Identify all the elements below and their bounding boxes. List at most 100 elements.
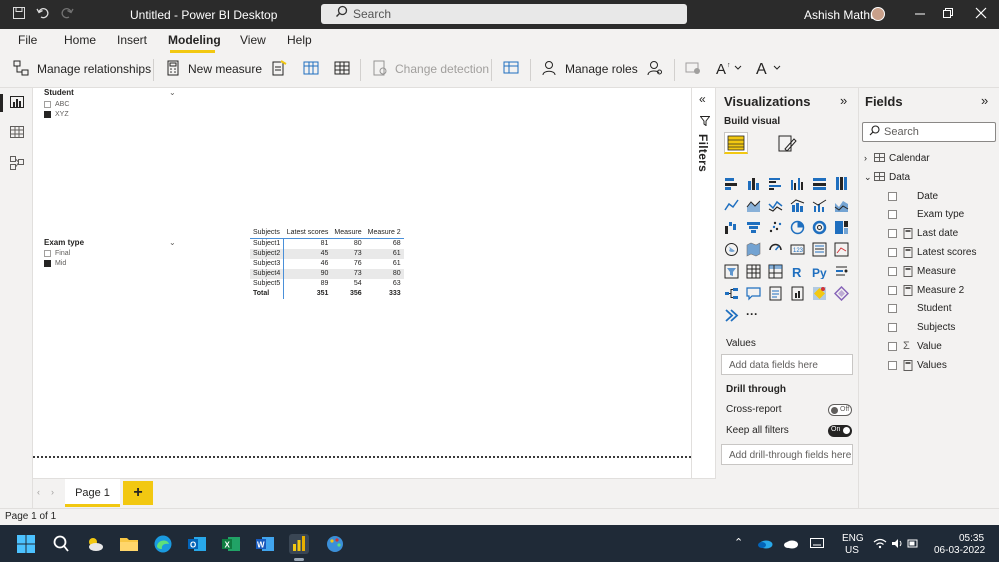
save-icon[interactable] bbox=[12, 6, 26, 23]
keep-all-filters-toggle[interactable]: On bbox=[828, 425, 852, 437]
menu-modeling[interactable]: Modeling bbox=[168, 33, 221, 47]
close-icon[interactable] bbox=[975, 6, 987, 23]
paint-icon[interactable] bbox=[325, 534, 345, 554]
card-icon[interactable]: 123 bbox=[790, 242, 805, 257]
chevron-down-icon[interactable]: ⌄ bbox=[864, 172, 874, 183]
manage-roles-icon[interactable] bbox=[542, 60, 558, 76]
filled-map-icon[interactable] bbox=[746, 242, 761, 257]
manage-relationships-icon[interactable] bbox=[13, 60, 29, 76]
column-header[interactable]: Subjects bbox=[250, 228, 284, 239]
stacked-column-chart-icon[interactable] bbox=[746, 176, 761, 191]
volume-icon[interactable] bbox=[891, 538, 904, 549]
more-visuals-icon[interactable]: ··· bbox=[746, 308, 761, 323]
manage-relationships-button[interactable]: Manage relationships bbox=[37, 62, 151, 76]
slicer-option-abc[interactable]: ABC bbox=[44, 100, 189, 110]
language-indicator[interactable]: ENG bbox=[842, 533, 864, 544]
values-drop-zone[interactable]: Add data fields here bbox=[721, 354, 853, 375]
battery-icon[interactable] bbox=[907, 538, 919, 549]
stacked-area-chart-icon[interactable] bbox=[768, 198, 783, 213]
chevrons-right-icon[interactable]: » bbox=[840, 93, 847, 108]
quick-measure-icon[interactable] bbox=[271, 60, 287, 76]
checkbox[interactable] bbox=[888, 323, 897, 332]
clock-time[interactable]: 05:35 bbox=[959, 533, 984, 544]
user-name[interactable]: Ashish Mathur bbox=[804, 8, 881, 22]
table-row[interactable]: Subject5 89 54 63 bbox=[250, 278, 404, 289]
chevrons-right-icon[interactable]: » bbox=[981, 93, 988, 108]
data-view-icon[interactable] bbox=[10, 126, 24, 138]
q-and-a-icon[interactable] bbox=[746, 286, 761, 301]
onedrive-icon[interactable] bbox=[757, 538, 773, 549]
filters-label[interactable]: Filters bbox=[696, 134, 710, 172]
windows-start-icon[interactable] bbox=[16, 534, 36, 554]
cloud-icon[interactable] bbox=[783, 538, 799, 549]
smart-narrative-icon[interactable] bbox=[768, 286, 783, 301]
waterfall-chart-icon[interactable] bbox=[724, 220, 739, 235]
model-view-icon[interactable] bbox=[10, 156, 24, 170]
line-and-clustered-column-chart-icon[interactable] bbox=[812, 198, 827, 213]
scatter-chart-icon[interactable] bbox=[768, 220, 783, 235]
checkbox[interactable] bbox=[888, 304, 897, 313]
r-visual-icon[interactable]: R bbox=[790, 264, 805, 279]
cross-report-toggle[interactable]: Off bbox=[828, 404, 852, 416]
checkbox[interactable] bbox=[888, 342, 897, 351]
ribbon-chart-icon[interactable] bbox=[834, 198, 849, 213]
slicer-icon[interactable] bbox=[724, 264, 739, 279]
table-row[interactable]: Subject4 90 73 80 bbox=[250, 268, 404, 279]
chevron-left-icon[interactable]: ‹ bbox=[37, 487, 40, 497]
chevrons-left-icon[interactable]: « bbox=[699, 92, 706, 106]
table-row[interactable]: Subject3 46 76 61 bbox=[250, 258, 404, 269]
checkbox[interactable] bbox=[44, 111, 51, 118]
new-column-icon[interactable] bbox=[303, 60, 319, 76]
excel-icon[interactable]: X bbox=[221, 534, 241, 554]
line-and-stacked-column-chart-icon[interactable] bbox=[790, 198, 805, 213]
slicer-option-mid[interactable]: Mid bbox=[44, 259, 189, 269]
paginated-report-icon[interactable] bbox=[790, 286, 805, 301]
checkbox[interactable] bbox=[888, 248, 897, 257]
slicer-option-final[interactable]: Final bbox=[44, 249, 189, 259]
menu-insert[interactable]: Insert bbox=[117, 33, 147, 47]
chevron-down-icon[interactable]: ⌄ bbox=[169, 88, 176, 97]
power-automate-flow-icon[interactable] bbox=[724, 308, 739, 323]
report-view-icon[interactable] bbox=[10, 96, 24, 108]
funnel-chart-icon[interactable] bbox=[746, 220, 761, 235]
100-stacked-bar-chart-icon[interactable] bbox=[812, 176, 827, 191]
filters-pane-collapsed[interactable]: « Filters bbox=[691, 88, 716, 478]
menu-help[interactable]: Help bbox=[287, 33, 312, 47]
minimize-icon[interactable] bbox=[914, 6, 926, 23]
checkbox[interactable] bbox=[888, 361, 897, 370]
checkbox[interactable] bbox=[888, 286, 897, 295]
edge-icon[interactable] bbox=[153, 534, 173, 554]
wifi-icon[interactable] bbox=[873, 538, 887, 549]
page-tab-1[interactable]: Page 1 bbox=[65, 479, 120, 507]
table-visual-selected-icon[interactable] bbox=[724, 132, 748, 154]
fields-search-input[interactable]: Search bbox=[862, 122, 996, 142]
chevron-right-icon[interactable]: › bbox=[51, 487, 54, 497]
column-header[interactable]: Latest scores bbox=[283, 228, 332, 239]
checkbox[interactable] bbox=[888, 192, 897, 201]
checkbox[interactable] bbox=[888, 229, 897, 238]
kpi-icon[interactable] bbox=[834, 242, 849, 257]
chevron-down-icon[interactable]: ⌄ bbox=[169, 238, 176, 247]
area-chart-icon[interactable] bbox=[746, 198, 761, 213]
power-automate-icon[interactable] bbox=[834, 286, 849, 301]
checkbox[interactable] bbox=[44, 250, 51, 257]
clustered-bar-chart-icon[interactable] bbox=[768, 176, 783, 191]
linguistic-schema-icon[interactable]: A ↑ bbox=[716, 60, 744, 76]
stacked-bar-chart-icon[interactable] bbox=[724, 176, 739, 191]
chevron-up-icon[interactable]: ⌃ bbox=[734, 536, 743, 549]
menu-home[interactable]: Home bbox=[64, 33, 96, 47]
column-header[interactable]: Measure bbox=[331, 228, 365, 239]
restore-icon[interactable] bbox=[942, 6, 954, 23]
outlook-icon[interactable]: O bbox=[187, 534, 207, 554]
q-and-a-setup-icon[interactable] bbox=[503, 60, 519, 76]
new-table-icon[interactable] bbox=[334, 60, 350, 76]
power-bi-icon[interactable] bbox=[289, 534, 309, 554]
search-icon[interactable] bbox=[51, 534, 71, 554]
file-explorer-icon[interactable] bbox=[119, 534, 139, 554]
shape-map-icon[interactable] bbox=[768, 242, 783, 257]
add-page-button[interactable]: + bbox=[123, 481, 153, 505]
multi-row-card-icon[interactable] bbox=[812, 242, 827, 257]
key-influencers-icon[interactable] bbox=[834, 264, 849, 279]
table-row[interactable]: Subject1 81 80 68 bbox=[250, 238, 404, 249]
total-row[interactable]: Total 351 356 333 bbox=[250, 288, 404, 299]
